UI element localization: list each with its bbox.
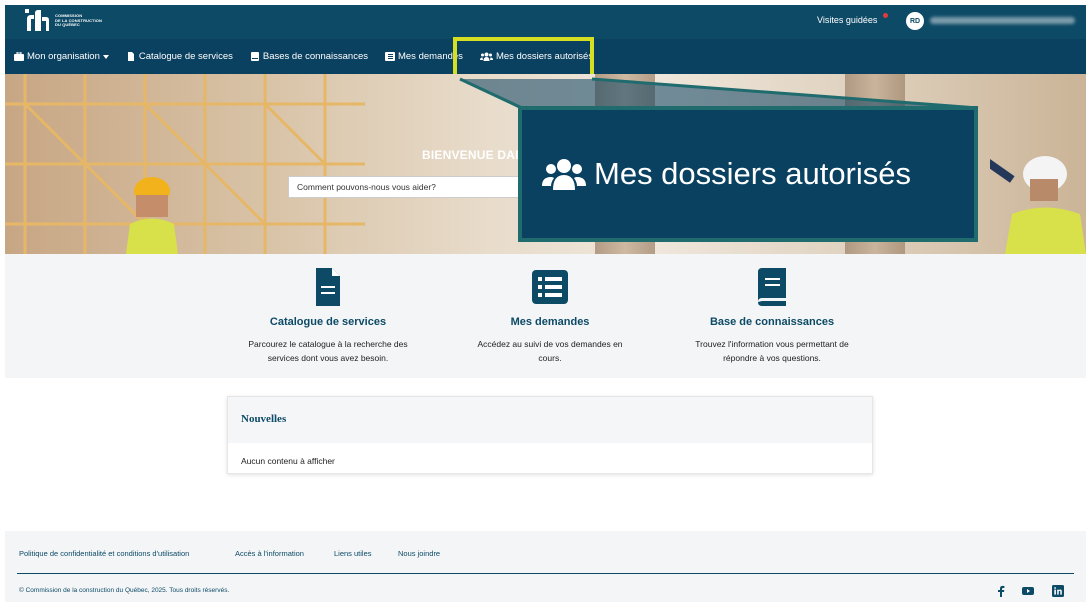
- service-description-line: Parcourez le catalogue à la recherche de…: [248, 339, 408, 349]
- news-panel: Nouvelles Aucun contenu à afficher: [227, 396, 873, 474]
- document-icon: [316, 268, 340, 306]
- book-icon: [758, 268, 786, 306]
- briefcase-icon: [14, 52, 24, 61]
- list-icon: [384, 52, 395, 61]
- footer-link-useful-links[interactable]: Liens utiles: [334, 549, 372, 558]
- news-title: Nouvelles: [241, 413, 287, 425]
- service-card-catalogue[interactable]: Catalogue de services Parcourez le catal…: [228, 254, 428, 378]
- news-empty-message: Aucun contenu à afficher: [241, 456, 335, 466]
- service-description-line: services dont vous avez besoin.: [267, 353, 389, 363]
- footer-divider: [17, 573, 1074, 574]
- service-card-base-connaissances[interactable]: Base de connaissances Trouvez l'informat…: [672, 254, 872, 378]
- footer-link-contact[interactable]: Nous joindre: [398, 549, 440, 558]
- ccq-logo[interactable]: COMMISSION DE LA CONSTRUCTION DU QUÉBEC: [25, 9, 102, 33]
- welcome-heading: BIENVENUE DAI: [422, 148, 519, 162]
- nav-item-label: Catalogue de services: [138, 51, 233, 62]
- guided-tours-link[interactable]: Visites guidées: [817, 15, 877, 25]
- footer: Politique de confidentialité et conditio…: [5, 531, 1086, 602]
- document-icon: [127, 52, 134, 61]
- service-card-mes-demandes[interactable]: Mes demandes Accédez au suivi de vos dem…: [450, 254, 650, 378]
- service-description-line: cours.: [538, 353, 562, 363]
- service-description-line: répondre à vos questions.: [723, 353, 821, 363]
- top-bar: COMMISSION DE LA CONSTRUCTION DU QUÉBEC …: [5, 5, 1086, 39]
- search-placeholder: Comment pouvons-nous vous aider?: [297, 182, 436, 192]
- users-icon: [542, 159, 586, 190]
- footer-copyright: © Commission de la construction du Québe…: [19, 587, 230, 594]
- avatar[interactable]: RD: [906, 12, 924, 30]
- service-description-line: Accédez au suivi de vos demandes en: [477, 339, 623, 349]
- service-title: Mes demandes: [510, 316, 590, 328]
- service-description: Trouvez l'information vous permettant de…: [672, 337, 872, 365]
- service-description: Parcourez le catalogue à la recherche de…: [228, 337, 428, 365]
- notification-dot: [883, 13, 888, 18]
- username-blurred[interactable]: [930, 17, 1075, 24]
- nav-item-bases-connaissances[interactable]: Bases de connaissances: [250, 51, 368, 62]
- linkedin-icon[interactable]: [1052, 585, 1064, 597]
- service-title: Catalogue de services: [269, 316, 387, 328]
- worker-illustration: [990, 156, 1086, 254]
- footer-link-access-info[interactable]: Accès à l'information: [235, 549, 304, 558]
- ccq-logo-icon: [25, 9, 49, 31]
- news-header: Nouvelles: [228, 397, 872, 443]
- facebook-icon[interactable]: [995, 585, 1007, 597]
- service-description: Accédez au suivi de vos demandes en cour…: [450, 337, 650, 365]
- page: COMMISSION DE LA CONSTRUCTION DU QUÉBEC …: [0, 0, 1086, 602]
- worker-illustration: [126, 177, 178, 254]
- logo-line: DU QUÉBEC: [55, 22, 80, 28]
- callout-label: Mes dossiers autorisés: [594, 156, 912, 191]
- logo-wordmark: COMMISSION DE LA CONSTRUCTION DU QUÉBEC: [55, 14, 102, 28]
- footer-link-privacy[interactable]: Politique de confidentialité et conditio…: [19, 549, 189, 558]
- scaffold-illustration: [5, 74, 365, 254]
- chevron-down-icon: [102, 54, 109, 59]
- youtube-icon[interactable]: [1022, 585, 1034, 597]
- search-input[interactable]: Comment pouvons-nous vous aider?: [288, 176, 538, 198]
- service-title: Base de connaissances: [709, 316, 835, 328]
- list-icon: [532, 270, 568, 304]
- zoom-callout: Mes dossiers autorisés: [518, 106, 978, 242]
- nav-item-label: Bases de connaissances: [262, 51, 368, 62]
- services-section: Catalogue de services Parcourez le catal…: [5, 254, 1086, 378]
- nav-item-catalogue[interactable]: Catalogue de services: [126, 51, 233, 62]
- nav-item-label: Mon organisation: [27, 51, 100, 62]
- nav-item-mes-demandes[interactable]: Mes demandes: [384, 51, 463, 62]
- nav-item-mon-organisation[interactable]: Mon organisation: [14, 51, 109, 62]
- service-description-line: Trouvez l'information vous permettant de: [695, 339, 849, 349]
- book-icon: [250, 52, 259, 61]
- highlight-box: [453, 37, 594, 79]
